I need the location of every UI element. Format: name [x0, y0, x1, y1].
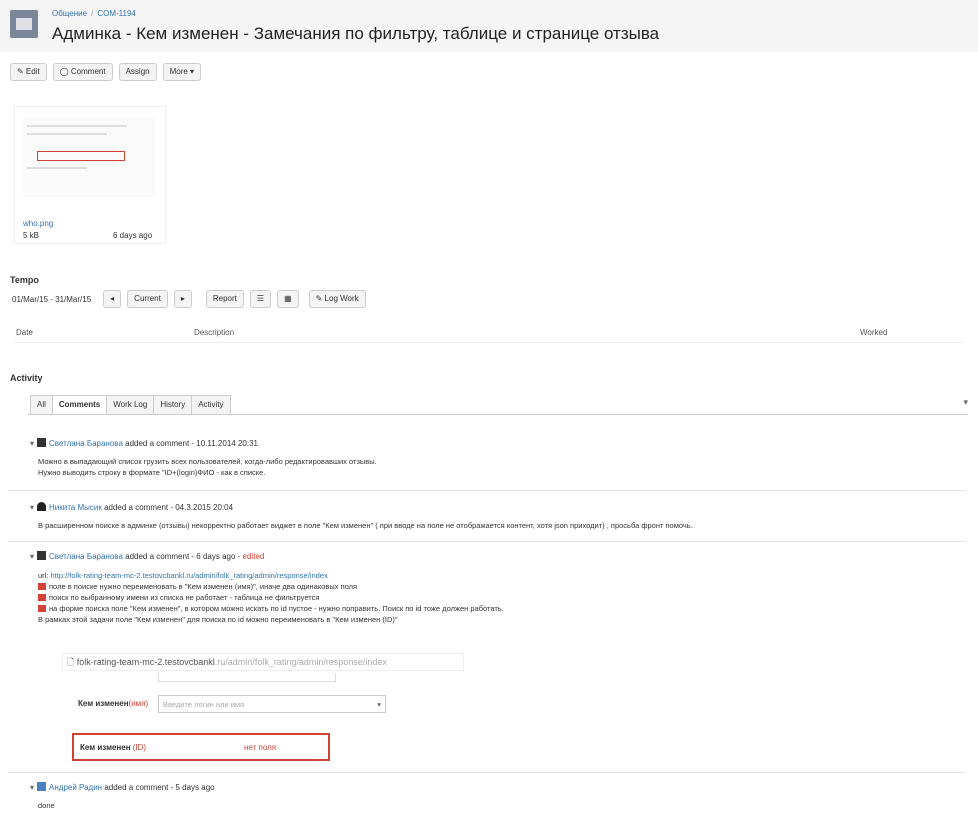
embedded-field-label: Кем изменен(имя)	[78, 699, 149, 708]
comment-meta: added a comment - 10.11.2014 20:31	[122, 439, 258, 448]
col-worked: Worked	[860, 328, 888, 337]
comment-header: ▾ Никита Мысик added a comment - 04.3.201…	[30, 502, 233, 512]
error-icon	[38, 594, 46, 601]
issue-title: Админка - Кем изменен - Замечания по фил…	[52, 24, 660, 43]
tempo-next-button[interactable]: ▸	[173, 290, 192, 308]
comment-url-link[interactable]: http://folk-rating-team-mc-2.testovcbank…	[51, 571, 328, 580]
comment-button[interactable]: ◯ Comment	[52, 63, 113, 81]
error-icon	[38, 605, 46, 612]
comment-header: ▾ Андрей Радин added a comment - 5 days a…	[30, 782, 215, 792]
comment-meta: added a comment - 5 days ago	[102, 783, 215, 792]
tempo-report-button[interactable]: Report	[205, 290, 244, 308]
comment-body: done	[38, 800, 55, 811]
comment-note: В рамках этой задачи поле "Кем изменен" …	[38, 615, 398, 624]
tab-comments[interactable]: Comments	[51, 395, 107, 415]
attachment-thumbnail[interactable]	[23, 117, 155, 197]
log-work-button[interactable]: ✎ Log Work	[308, 290, 366, 308]
comment-author[interactable]: Светлана Баранова	[49, 552, 123, 561]
comment-line: В расширенном поиске в админке (отзывы) …	[38, 521, 693, 530]
tab-history[interactable]: History	[153, 395, 192, 415]
collapse-comment-icon[interactable]: ▾	[30, 783, 34, 792]
tab-activity[interactable]: Activity	[191, 395, 231, 415]
comment-list-item: на форме поиска поле "Кем изменен", в ко…	[49, 604, 504, 613]
attachment-filename[interactable]: who.png	[23, 219, 53, 228]
tempo-current-button[interactable]: Current	[127, 290, 168, 308]
list-view-icon[interactable]: ☰	[249, 290, 272, 308]
attachment-date: 6 days ago	[113, 231, 153, 240]
col-date: Date	[16, 328, 33, 337]
avatar	[37, 438, 47, 447]
collapse-icon[interactable]: ▾	[963, 397, 968, 408]
project-avatar-icon[interactable]	[10, 10, 38, 38]
issue-toolbar: ✎ Edit ◯ Comment Assign More ▾	[10, 63, 202, 81]
tempo-date-range[interactable]: 01/Mar/15 - 31/Mar/15	[12, 295, 91, 304]
comment-author[interactable]: Никита Мысик	[49, 503, 102, 512]
avatar	[37, 551, 47, 560]
embedded-input	[158, 673, 336, 682]
collapse-comment-icon[interactable]: ▾	[30, 439, 34, 448]
comment-body: Можно в выпадающий список грузить всех п…	[38, 456, 377, 478]
comment-list-item: поиск по выбранному имени из списка не р…	[49, 593, 320, 602]
comment-header: ▾ Светлана Баранова added a comment - 10.…	[30, 438, 258, 448]
collapse-comment-icon[interactable]: ▾	[30, 552, 34, 561]
error-icon	[38, 583, 46, 590]
activity-tabs: All Comments Work Log History Activity	[30, 395, 231, 415]
comment-list-item: поле в поиске нужно переименовать в "Кем…	[49, 582, 358, 591]
edited-label: edited	[242, 552, 265, 561]
missing-field-note: нет поля	[244, 743, 277, 752]
avatar	[37, 782, 47, 791]
comment-meta: added a comment - 6 days ago -	[122, 552, 243, 561]
breadcrumb: Общение / COM-1194	[52, 9, 136, 18]
embedded-select: Введите логин или имя ▾	[158, 695, 386, 713]
comment-body: В расширенном поиске в админке (отзывы) …	[38, 520, 693, 531]
assign-button[interactable]: Assign	[118, 63, 157, 81]
breadcrumb-issue-key[interactable]: COM-1194	[97, 9, 136, 18]
tab-all[interactable]: All	[30, 395, 52, 415]
chevron-down-icon: ▾	[377, 700, 381, 709]
grid-view-icon[interactable]: ▦	[277, 290, 299, 308]
breadcrumb-project[interactable]: Общение	[52, 9, 87, 18]
tempo-prev-button[interactable]: ◂	[103, 290, 122, 308]
more-button[interactable]: More ▾	[162, 63, 202, 81]
tempo-controls: 01/Mar/15 - 31/Mar/15 ◂ Current ▸ Report…	[12, 290, 366, 308]
tab-work-log[interactable]: Work Log	[106, 395, 154, 415]
embedded-missing-field: Кем изменен (ID) нет поля	[72, 733, 330, 761]
embedded-url-bar: 🗋 folk-rating-team-mc-2.testovcbankl.ru/…	[62, 653, 464, 671]
attachment-card[interactable]: who.png 5 kB 6 days ago	[14, 106, 166, 244]
issue-header: Общение / COM-1194 Админка - Кем изменен -…	[0, 0, 978, 52]
col-description: Description	[194, 328, 235, 337]
attachment-size: 5 kB	[23, 231, 40, 240]
edit-button[interactable]: ✎ Edit	[10, 63, 47, 81]
comment-line: done	[38, 801, 55, 810]
comment-author[interactable]: Андрей Радин	[49, 783, 102, 792]
activity-heading: Activity	[10, 373, 43, 383]
comment-header: ▾ Светлана Баранова added a comment - 6 d…	[30, 551, 264, 561]
tempo-heading: Tempo	[10, 275, 39, 285]
tempo-table-header: Date Description Worked	[14, 322, 964, 343]
comment-author[interactable]: Светлана Баранова	[49, 439, 123, 448]
comment-line: Нужно выводить строку в формате "ID+(log…	[38, 468, 266, 477]
collapse-comment-icon[interactable]: ▾	[30, 503, 34, 512]
avatar	[37, 502, 47, 511]
comment-meta: added a comment - 04.3.2015 20:04	[101, 503, 234, 512]
page-icon: 🗋	[67, 657, 77, 667]
comment-body: url: http://folk-rating-team-mc-2.testov…	[38, 571, 504, 624]
comment-line: Можно в выпадающий список грузить всех п…	[38, 457, 377, 466]
